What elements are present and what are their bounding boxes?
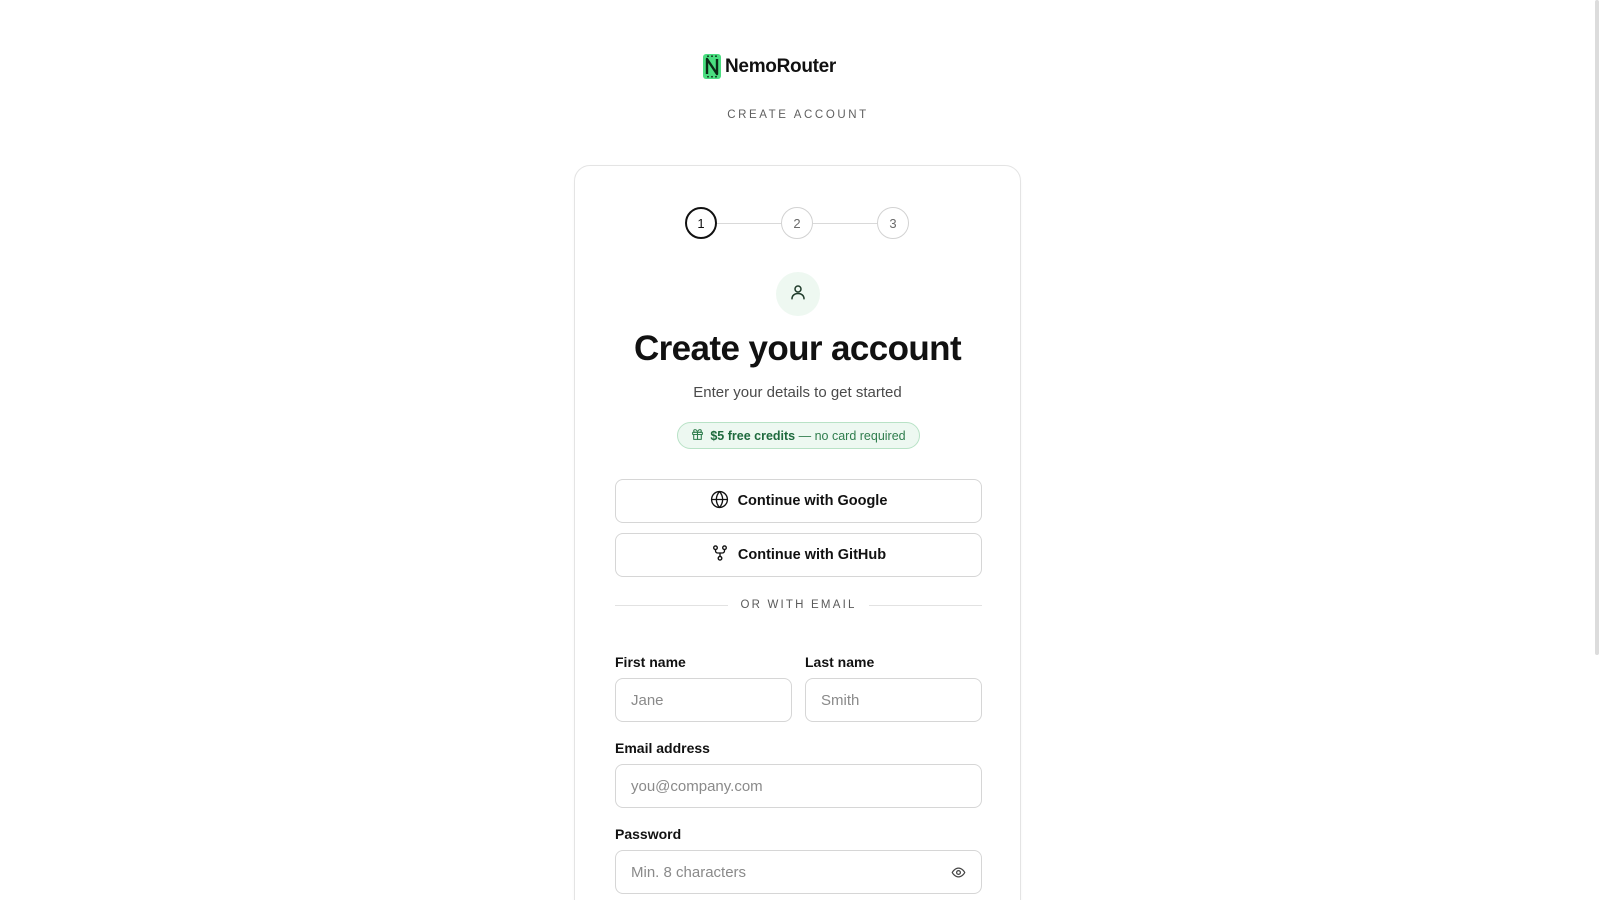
stepper: 1 2 3: [685, 207, 909, 239]
step-2: 2: [781, 207, 813, 239]
last-name-label: Last name: [805, 654, 875, 670]
last-name-field[interactable]: [805, 678, 982, 722]
globe-icon: [710, 490, 729, 513]
step-connector: [813, 222, 877, 224]
nemorouter-logo-icon: [702, 53, 722, 80]
brand-name: NemoRouter: [725, 55, 837, 77]
password-label: Password: [615, 826, 682, 842]
brand[interactable]: NemoRouter: [702, 53, 836, 80]
divider-rule: [615, 604, 729, 606]
page-scrollbar[interactable]: [1592, 0, 1600, 900]
first-name-field[interactable]: [615, 678, 792, 722]
first-name-label: First name: [615, 654, 686, 670]
gift-icon: [691, 428, 704, 444]
email-field[interactable]: [615, 764, 982, 808]
badge-rest-text: — no card required: [798, 428, 906, 443]
github-button-label: Continue with GitHub: [737, 547, 887, 563]
free-credits-badge: $5 free credits — no card required: [677, 422, 920, 449]
continue-with-google-button[interactable]: Continue with Google: [615, 479, 982, 523]
google-button-label: Continue with Google: [737, 493, 888, 509]
step-1: 1: [685, 207, 717, 239]
divider-rule: [868, 604, 983, 606]
continue-with-github-button[interactable]: Continue with GitHub: [615, 533, 982, 577]
or-divider: OR WITH EMAIL: [615, 599, 983, 611]
page-eyebrow: CREATE ACCOUNT: [727, 109, 869, 121]
signup-card: 1 2 3 Create your account Enter your det…: [574, 165, 1021, 900]
signup-page: NemoRouter CREATE ACCOUNT 1 2 3 Create y…: [0, 0, 1600, 900]
page-title: Create your account: [633, 329, 962, 368]
scrollbar-thumb[interactable]: [1595, 0, 1599, 655]
user-icon: [789, 283, 807, 306]
avatar: [776, 272, 820, 316]
divider-text: OR WITH EMAIL: [740, 599, 857, 611]
git-fork-icon: [711, 544, 729, 566]
password-field[interactable]: [615, 850, 982, 894]
step-connector: [717, 222, 781, 224]
badge-strong-text: $5 free credits: [710, 428, 796, 443]
eye-icon[interactable]: [949, 863, 967, 881]
step-3: 3: [877, 207, 909, 239]
page-subtitle: Enter your details to get started: [693, 384, 902, 401]
email-label: Email address: [615, 740, 710, 756]
